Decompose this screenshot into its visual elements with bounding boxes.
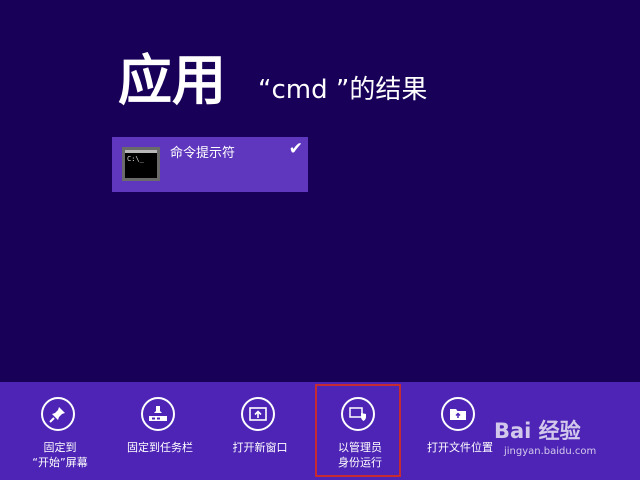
run-as-admin-label-line2: 身份运行	[338, 456, 382, 469]
admin-shield-icon	[341, 397, 375, 431]
new-window-icon	[241, 397, 275, 431]
search-results-subtitle: “cmd ”的结果	[258, 75, 428, 105]
run-as-admin-label-line1: 以管理员	[338, 441, 382, 454]
result-tile-label: 命令提示符	[170, 146, 236, 161]
open-file-location-label: 打开文件位置	[427, 441, 493, 454]
page-title: 应用	[118, 49, 226, 112]
checkmark-icon: ✔	[288, 139, 303, 159]
pin-to-start-label-line2: “开始”屏幕	[32, 456, 88, 469]
prompt-text: C:\_	[127, 155, 144, 163]
result-tile-command-prompt[interactable]: C:\_ 命令提示符 ✔	[112, 137, 308, 192]
pin-to-start-label: 固定到 “开始”屏幕	[15, 440, 105, 470]
run-as-admin-button[interactable]: 以管理员 身份运行	[315, 382, 405, 480]
baidu-watermark: Bai 经验 jingyan.baidu.com	[494, 418, 634, 464]
pin-to-taskbar-label: 固定到任务栏	[127, 441, 193, 454]
run-as-admin-label: 以管理员 身份运行	[315, 440, 405, 470]
pin-to-start-button[interactable]: 固定到 “开始”屏幕	[15, 382, 105, 480]
taskbar-pin-icon	[141, 397, 175, 431]
open-new-window-button[interactable]: 打开新窗口	[215, 382, 305, 480]
open-file-location-button[interactable]: 打开文件位置	[415, 382, 505, 480]
open-new-window-label: 打开新窗口	[232, 441, 288, 454]
pin-icon	[41, 397, 75, 431]
pin-to-taskbar-button[interactable]: 固定到任务栏	[115, 382, 205, 480]
pin-to-start-label-line1: 固定到	[43, 441, 77, 454]
folder-open-icon	[441, 397, 475, 431]
watermark-url: jingyan.baidu.com	[504, 446, 597, 457]
command-prompt-icon: C:\_	[122, 147, 160, 181]
watermark-logo: Bai 经验	[494, 419, 581, 443]
